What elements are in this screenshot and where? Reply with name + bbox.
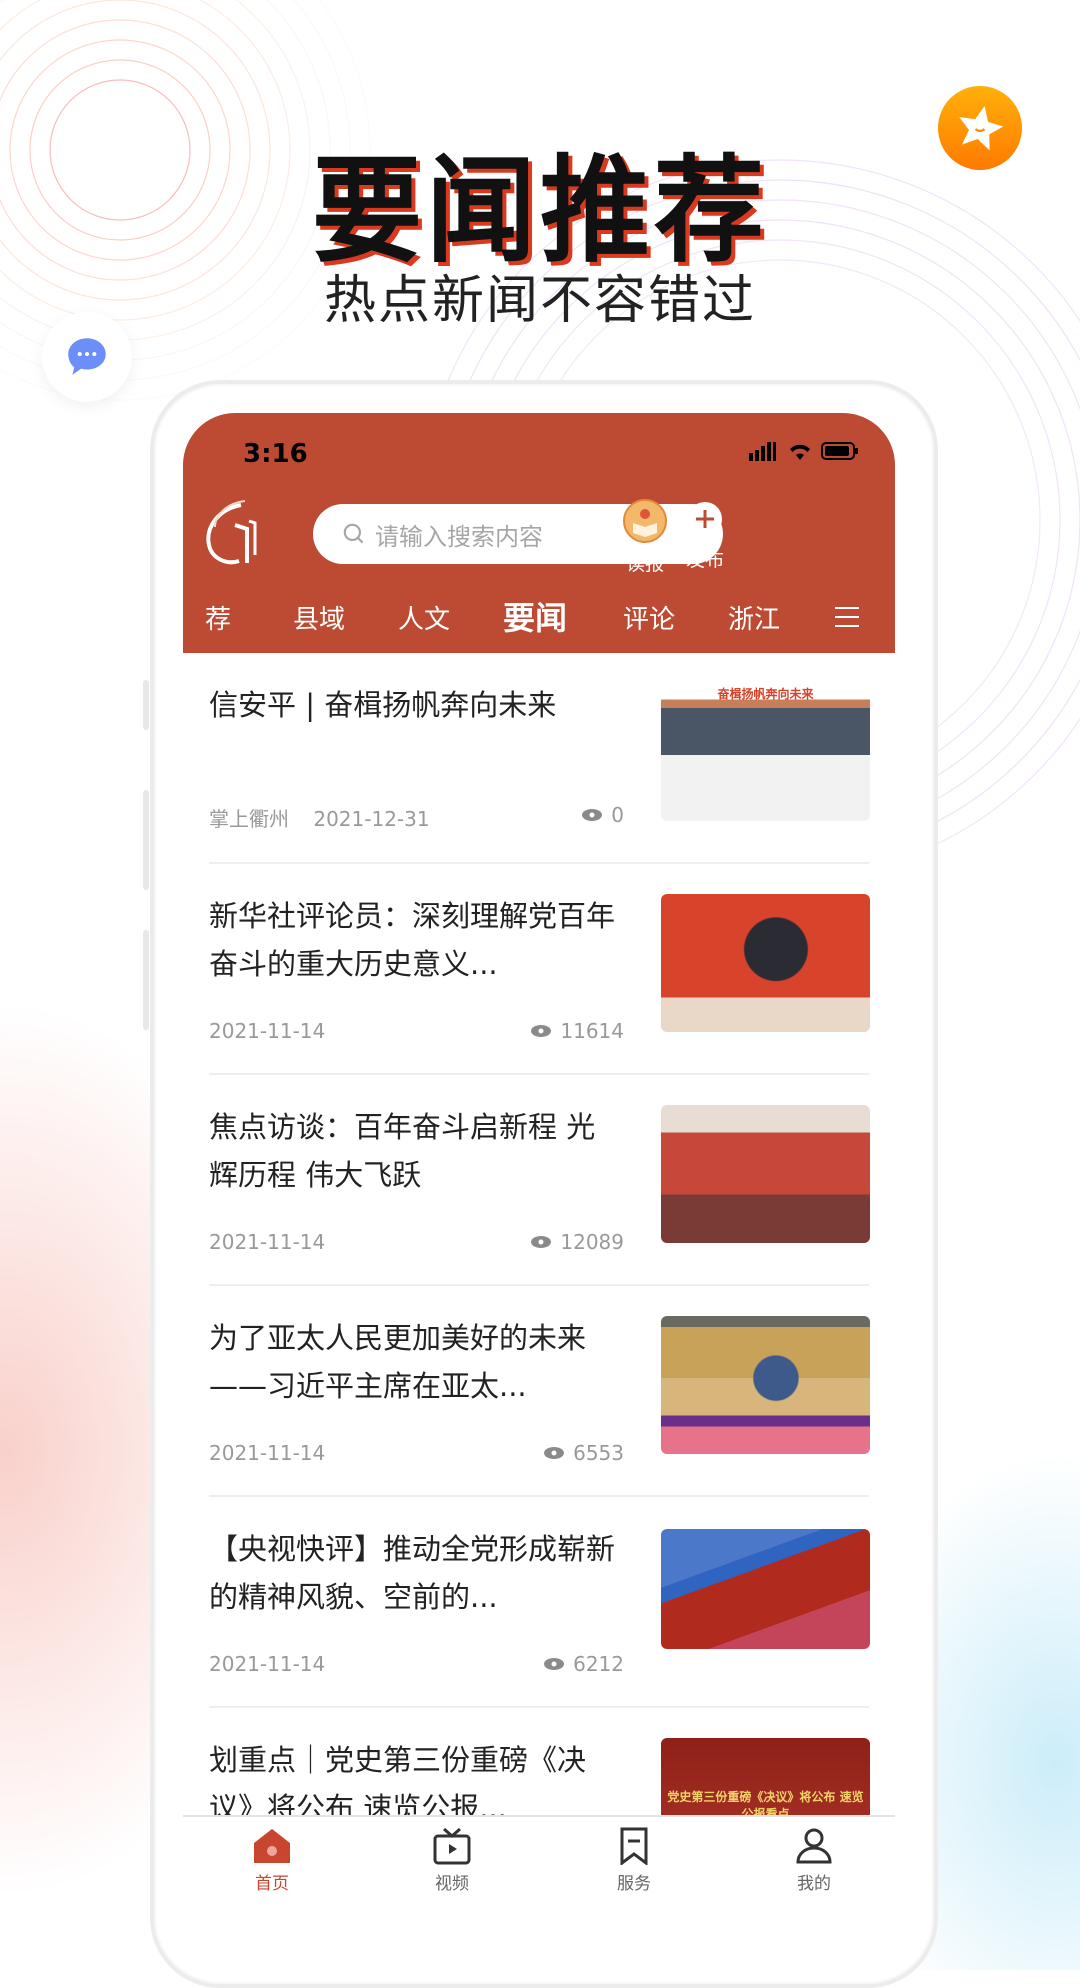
article-views: 11614 <box>530 1019 624 1043</box>
eye-icon <box>544 1447 565 1459</box>
app-screen: 3:16 请输入搜索内容 读报 发布 荐 县域 人文 要闻 评论 浙江 信安平 … <box>183 413 895 1920</box>
category-tabs: 荐 县域 人文 要闻 评论 浙江 <box>183 593 895 643</box>
article-title: 焦点访谈：百年奋斗启新程 光辉历程 伟大飞跃 <box>209 1110 596 1192</box>
article-item[interactable]: 信安平 | 奋楫扬帆奔向未来 掌上衢州 2021-12-31 0 奋楫扬帆奔向未… <box>209 653 870 864</box>
article-title: 新华社评论员：深刻理解党百年奋斗的重大历史意义... <box>209 899 616 981</box>
read-paper-button[interactable]: 读报 <box>615 499 675 576</box>
bookmark-icon <box>620 1827 648 1865</box>
article-thumbnail <box>661 1316 870 1454</box>
user-icon <box>796 1828 832 1864</box>
article-thumbnail <box>661 1529 870 1649</box>
article-meta: 掌上衢州 2021-12-31 0 <box>209 803 624 832</box>
article-date: 2021-11-14 <box>209 1652 326 1676</box>
article-date: 2021-12-31 <box>313 807 430 831</box>
publish-label: 发布 <box>685 549 724 571</box>
wifi-icon <box>790 444 810 460</box>
search-placeholder: 请输入搜索内容 <box>375 522 543 551</box>
signal-icon <box>749 442 776 461</box>
article-date: 2021-11-14 <box>209 1019 326 1043</box>
article-views: 0 <box>581 803 624 827</box>
article-source: 掌上衢州 <box>209 807 289 831</box>
article-thumbnail <box>661 1105 870 1243</box>
phone-side-button <box>143 680 149 730</box>
eye-icon <box>531 1025 552 1037</box>
tab-culture[interactable]: 人文 <box>398 599 450 636</box>
article-item[interactable]: 为了亚太人民更加美好的未来——习近平主席在亚太... 2021-11-14 65… <box>209 1286 870 1497</box>
article-thumbnail: 奋楫扬帆奔向未来 <box>661 683 870 821</box>
tv-play-icon <box>433 1827 471 1865</box>
bottom-nav: 首页 视频 服务 我的 <box>183 1815 895 1920</box>
plus-icon <box>688 502 722 536</box>
status-time: 3:16 <box>243 439 308 469</box>
read-paper-label: 读报 <box>625 553 664 575</box>
nav-home[interactable]: 首页 <box>227 1827 317 1894</box>
article-date: 2021-11-14 <box>209 1230 326 1254</box>
tab-headlines[interactable]: 要闻 <box>503 593 567 639</box>
article-date: 2021-11-14 <box>209 1441 326 1465</box>
tab-county[interactable]: 县域 <box>293 599 345 636</box>
promo-subtitle: 热点新闻不容错过 <box>323 271 756 331</box>
article-views: 6553 <box>543 1441 624 1465</box>
article-thumbnail <box>661 894 870 1032</box>
article-title: 为了亚太人民更加美好的未来——习近平主席在亚太... <box>209 1321 587 1403</box>
eye-icon <box>531 1236 552 1248</box>
article-views: 12089 <box>530 1230 624 1254</box>
publish-button[interactable]: 发布 <box>675 499 735 572</box>
battery-icon <box>821 442 858 460</box>
nav-video[interactable]: 视频 <box>407 1827 497 1894</box>
tab-zhejiang[interactable]: 浙江 <box>728 599 780 636</box>
article-views: 6212 <box>543 1652 624 1676</box>
home-icon <box>254 1829 290 1863</box>
nav-profile[interactable]: 我的 <box>769 1827 859 1894</box>
search-icon <box>343 523 364 544</box>
star-smile-icon <box>938 86 1022 170</box>
eye-icon <box>582 809 603 821</box>
read-paper-icon <box>623 499 667 543</box>
article-meta: 2021-11-14 12089 <box>209 1230 624 1254</box>
status-icons <box>749 441 859 461</box>
app-header: 3:16 请输入搜索内容 读报 发布 荐 县域 人文 要闻 评论 浙江 <box>183 413 895 653</box>
chat-bubble-icon <box>42 312 132 402</box>
menu-icon[interactable] <box>833 605 861 629</box>
article-title: 【央视快评】推动全党形成崭新的精神风貌、空前的... <box>209 1532 616 1614</box>
tab-recommend[interactable]: 荐 <box>205 599 231 636</box>
article-item[interactable]: 新华社评论员：深刻理解党百年奋斗的重大历史意义... 2021-11-14 11… <box>209 864 870 1075</box>
article-meta: 2021-11-14 6212 <box>209 1652 624 1676</box>
phone-side-button <box>143 790 149 890</box>
phone-side-button <box>143 930 149 1030</box>
eye-icon <box>544 1658 565 1670</box>
article-item[interactable]: 【央视快评】推动全党形成崭新的精神风貌、空前的... 2021-11-14 62… <box>209 1497 870 1708</box>
article-meta: 2021-11-14 11614 <box>209 1019 624 1043</box>
nav-service[interactable]: 服务 <box>589 1827 679 1894</box>
tab-commentary[interactable]: 评论 <box>623 599 675 636</box>
article-title: 信安平 | 奋楫扬帆奔向未来 <box>209 688 557 722</box>
article-meta: 2021-11-14 6553 <box>209 1441 624 1465</box>
app-logo[interactable] <box>201 497 261 567</box>
article-item[interactable]: 焦点访谈：百年奋斗启新程 光辉历程 伟大飞跃 2021-11-14 12089 <box>209 1075 870 1286</box>
